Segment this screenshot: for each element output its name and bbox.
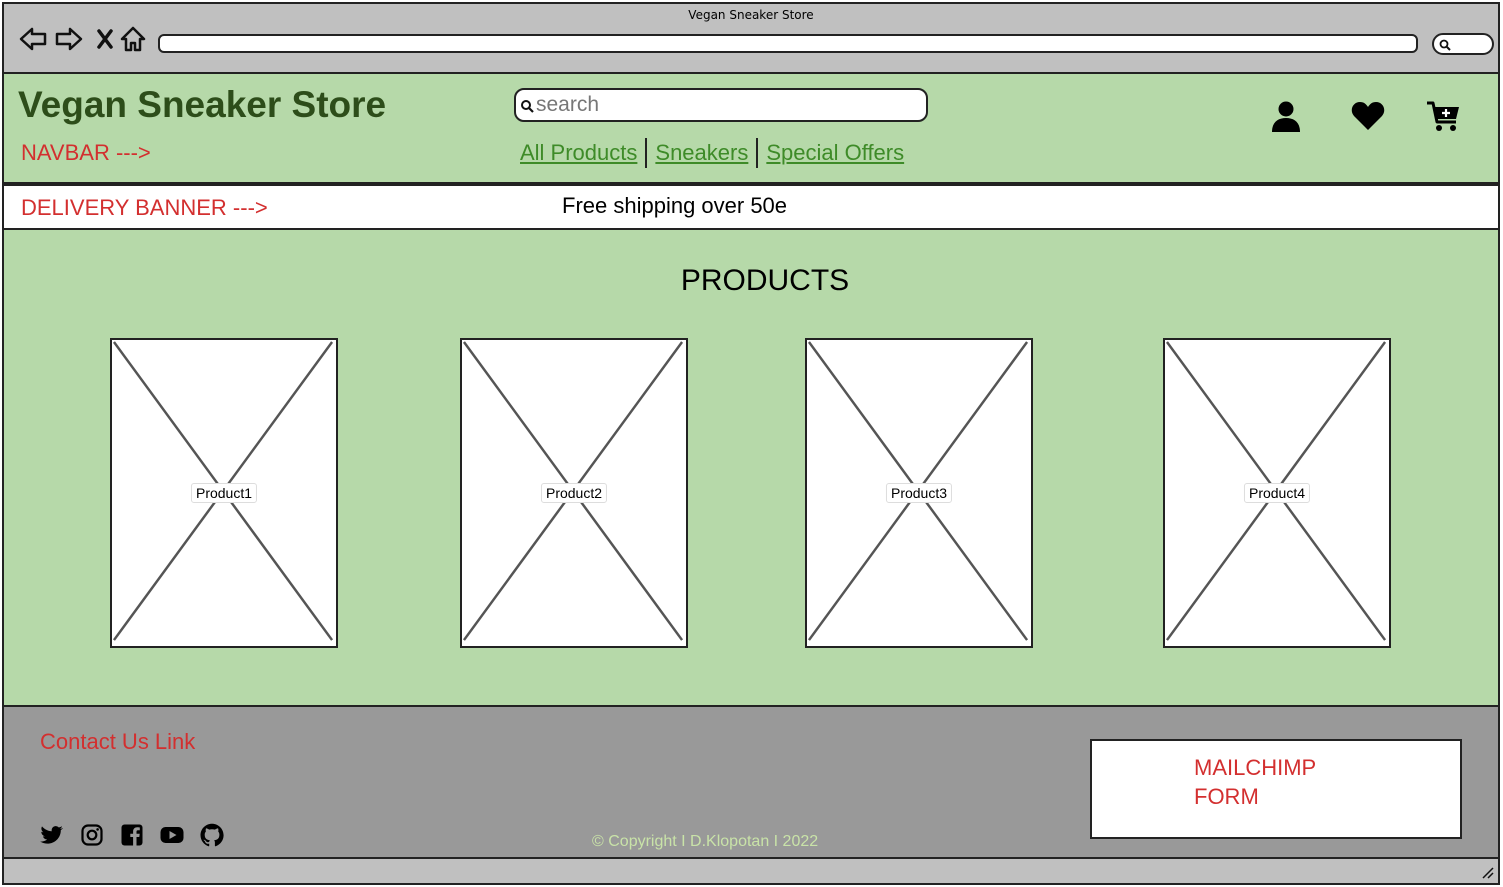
- navbar-annotation: NAVBAR --->: [21, 140, 151, 165]
- product-card-2[interactable]: Product2: [460, 338, 688, 648]
- home-icon[interactable]: [118, 24, 148, 54]
- address-bar[interactable]: [158, 34, 1418, 53]
- mailchimp-line-1: MAILCHIMP: [1194, 755, 1317, 780]
- mailchimp-form[interactable]: MAILCHIMP FORM: [1090, 739, 1462, 839]
- search-icon: [521, 100, 534, 113]
- copyright-text: © Copyright I D.Klopotan I 2022: [592, 833, 819, 850]
- window-title: Vegan Sneaker Store: [688, 8, 814, 22]
- github-icon[interactable]: [200, 823, 224, 847]
- product-label: Product1: [190, 483, 258, 503]
- footer: Contact Us Link © Copyright I D.Klopotan…: [2, 705, 1500, 859]
- delivery-banner-text: Free shipping over 50e: [562, 193, 788, 218]
- product-label: Product3: [885, 483, 953, 503]
- heart-icon[interactable]: [1350, 98, 1386, 134]
- social-links: [40, 823, 224, 847]
- site-title[interactable]: Vegan Sneaker Store: [18, 84, 386, 126]
- nav-divider: [645, 138, 648, 168]
- nav-link-sneakers[interactable]: Sneakers: [653, 140, 750, 166]
- mailchimp-line-2: FORM: [1194, 784, 1259, 809]
- nav-divider: [756, 138, 759, 168]
- product-label: Product2: [540, 483, 608, 503]
- close-icon[interactable]: [90, 24, 120, 54]
- cart-add-icon[interactable]: [1426, 98, 1462, 134]
- mailchimp-form-label: MAILCHIMP FORM: [1194, 753, 1394, 811]
- products-section: PRODUCTS Product1 Product2 Product3 Prod…: [2, 230, 1500, 705]
- delivery-banner-annotation: DELIVERY BANNER --->: [21, 195, 268, 220]
- instagram-icon[interactable]: [80, 823, 104, 847]
- contact-us-link[interactable]: Contact Us Link: [40, 729, 195, 755]
- facebook-icon[interactable]: [120, 823, 144, 847]
- back-arrow-icon[interactable]: [18, 24, 48, 54]
- nav-links: All Products Sneakers Special Offers: [518, 136, 906, 170]
- browser-chrome: Vegan Sneaker Store: [2, 2, 1500, 72]
- search-icon: [1439, 39, 1451, 51]
- user-icon[interactable]: [1268, 98, 1304, 134]
- search-input[interactable]: [536, 92, 916, 118]
- product-card-4[interactable]: Product4: [1163, 338, 1391, 648]
- twitter-icon[interactable]: [40, 823, 64, 847]
- products-heading: PRODUCTS: [680, 264, 850, 297]
- forward-arrow-icon[interactable]: [54, 24, 84, 54]
- nav-link-special-offers[interactable]: Special Offers: [764, 140, 906, 166]
- resize-handle-icon[interactable]: [1480, 865, 1494, 879]
- browser-search-field[interactable]: [1432, 33, 1494, 55]
- nav-link-all-products[interactable]: All Products: [518, 140, 639, 166]
- product-card-3[interactable]: Product3: [805, 338, 1033, 648]
- search-box[interactable]: [514, 88, 928, 122]
- product-card-1[interactable]: Product1: [110, 338, 338, 648]
- product-label: Product4: [1243, 483, 1311, 503]
- youtube-icon[interactable]: [160, 823, 184, 847]
- browser-status-bar: [2, 859, 1500, 885]
- navbar: Vegan Sneaker Store NAVBAR ---> All Prod…: [2, 72, 1500, 184]
- delivery-banner: DELIVERY BANNER ---> Free shipping over …: [2, 184, 1500, 230]
